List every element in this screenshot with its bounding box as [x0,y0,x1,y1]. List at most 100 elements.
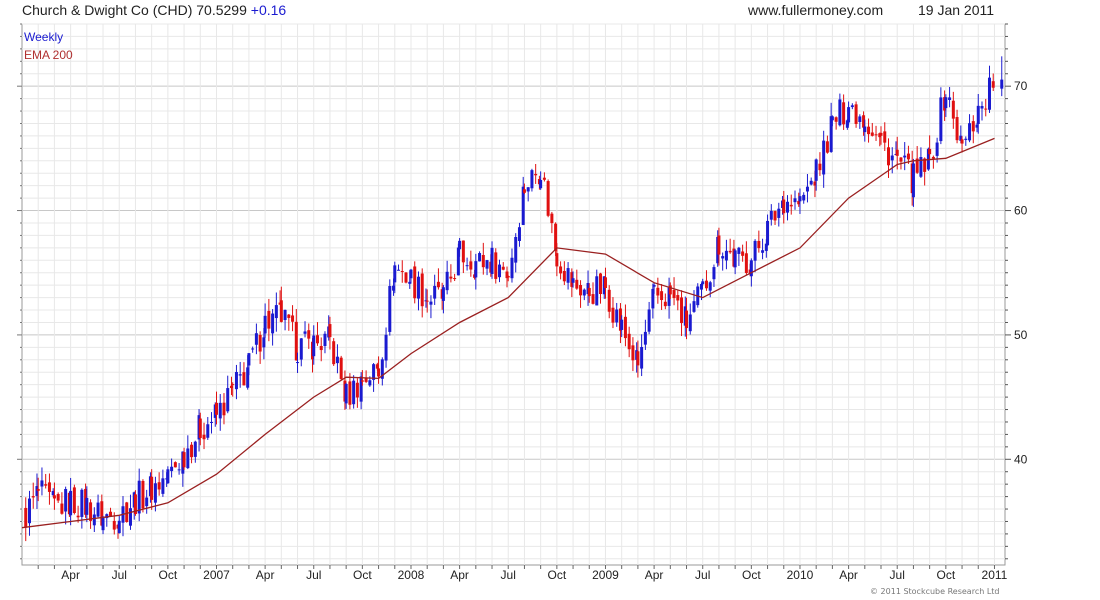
candle-body [238,374,242,376]
candle-body [193,441,197,457]
candle-body [672,289,676,299]
candle-body [773,211,777,221]
candle-body [101,516,105,531]
candle-body [562,270,566,282]
candle-body [822,140,826,175]
candle-body [911,163,915,198]
candle-body [506,275,510,278]
y-tick-label: 60 [1014,204,1028,218]
candle-body [274,305,278,319]
x-tick-label: Apr [839,568,858,582]
candle-body [769,210,773,220]
candle-body [652,285,656,287]
x-tick-label: 2008 [398,568,425,582]
candle-body [404,272,408,283]
candle-body [737,247,741,254]
x-tick-label: Jul [112,568,127,582]
candle-body [615,309,619,323]
legend-weekly: Weekly [24,30,63,44]
candle-body [465,265,469,267]
candle-body [517,227,521,241]
candle-body [24,507,28,528]
legend-ema: EMA 200 [24,48,73,62]
candle-body [112,520,116,530]
candle-body [494,252,498,279]
candle-body [890,155,894,161]
candle-body [903,155,907,158]
candle-body [47,482,51,492]
candle-body [870,132,874,136]
candle-body [303,331,307,334]
candle-body [262,337,266,348]
candle-body [315,335,319,344]
candle-body [595,276,599,306]
candle-body [640,347,644,369]
candle-body [485,260,489,269]
candle-body [546,181,550,216]
candle-body [676,295,680,301]
candle-body [218,402,222,419]
x-tick-label: 2009 [592,568,619,582]
x-tick-label: Oct [937,568,956,582]
candle-body [393,265,397,283]
candle-body [906,153,910,160]
candle-body [858,116,862,123]
x-tick-label: 2007 [203,568,230,582]
candle-body [721,256,725,259]
candle-body [631,345,635,361]
candle-body [348,381,352,405]
candle-body [161,478,165,494]
candle-body [660,291,664,301]
candle-body [170,466,174,472]
candle-body [948,97,952,100]
candle-body [530,170,534,189]
candle-body [928,148,932,155]
candle-body [413,266,417,299]
candle-body [420,273,424,307]
candle-body [377,368,381,377]
candle-body [607,289,611,312]
candle-body [307,330,311,339]
candle-body [539,180,543,189]
candle-body [980,106,984,109]
candle-body [397,269,401,271]
x-tick-label: Apr [256,568,275,582]
candle-body [299,338,303,360]
candle-body [44,484,48,486]
candle-body [458,240,462,250]
candle-body [701,281,705,285]
y-tick-label: 70 [1014,79,1028,93]
candle-body [433,285,437,299]
candle-body [352,380,356,405]
candle-body [92,514,96,526]
candle-body [177,469,181,471]
candle-body [355,382,359,398]
candle-body [620,319,624,330]
candle-body [766,220,770,246]
candle-body [125,502,129,522]
x-tick-label: Oct [353,568,372,582]
x-tick-label: Jul [890,568,905,582]
candle-body [222,402,226,416]
candle-body [724,250,728,261]
candle-body [847,107,851,123]
candle-body [526,187,530,192]
x-tick-label: 2011 [982,568,1008,582]
candle-body [242,372,246,386]
candle-body [31,496,35,498]
candle-body [409,269,413,279]
candle-body [80,489,84,517]
candle-body [226,388,230,412]
x-tick-label: 2010 [787,568,814,582]
candle-body [582,289,586,296]
candle-body [27,498,31,524]
candle-body [867,126,871,135]
candle-body [802,194,806,201]
candle-body [663,301,667,307]
x-tick-label: Apr [645,568,664,582]
candle-body [198,418,202,438]
candle-body [60,503,64,514]
candle-body [490,247,494,274]
candle-body [141,480,145,509]
candle-body [955,117,959,141]
